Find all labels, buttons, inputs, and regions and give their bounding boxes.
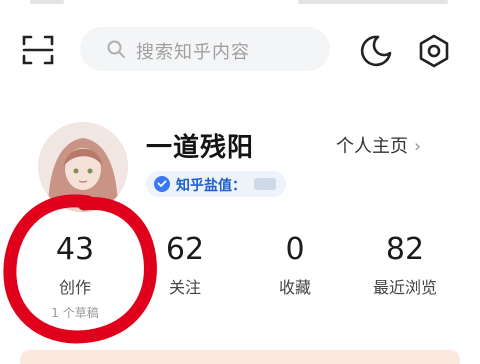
shield-icon: [154, 176, 170, 192]
moon-icon: [360, 35, 392, 67]
avatar-image: [38, 122, 128, 212]
status-indicator-left: [30, 0, 64, 4]
stat-favorites-count: 0: [285, 232, 305, 267]
scan-icon: [22, 35, 54, 65]
stat-recent-count: 82: [385, 232, 425, 267]
profile-home-label: 个人主页: [336, 136, 408, 157]
night-mode-button[interactable]: [358, 33, 394, 69]
reputation-badge[interactable]: 知乎盐值：: [146, 171, 286, 197]
scan-button[interactable]: [20, 32, 56, 68]
search-placeholder: 搜索知乎内容: [136, 42, 250, 63]
avatar[interactable]: [38, 122, 128, 212]
reputation-label: 知乎盐值：: [176, 178, 246, 194]
stat-following[interactable]: 62 关注: [135, 232, 235, 298]
stat-favorites[interactable]: 0 收藏: [245, 232, 345, 298]
gear-icon: [419, 34, 449, 68]
stat-creations[interactable]: 43 创作 1 个草稿: [25, 232, 125, 321]
reputation-value-obscured: [254, 178, 276, 190]
stat-following-label: 关注: [168, 278, 201, 297]
promo-card-edge: [20, 350, 460, 364]
stat-recent[interactable]: 82 最近浏览: [355, 232, 455, 298]
stat-following-count: 62: [165, 232, 205, 267]
status-bar-remnant: [0, 0, 480, 12]
profile-home-link[interactable]: 个人主页 ›: [336, 132, 421, 158]
stat-favorites-label: 收藏: [278, 278, 311, 297]
search-icon: [107, 40, 125, 58]
stat-drafts-note: 1 个草稿: [51, 306, 99, 320]
stat-creations-label: 创作: [58, 278, 91, 297]
stat-creations-count: 43: [55, 232, 95, 267]
stat-recent-label: 最近浏览: [372, 278, 437, 297]
status-indicator-right: [298, 0, 448, 4]
username: 一道残阳: [146, 133, 255, 163]
settings-button[interactable]: [416, 33, 452, 69]
chevron-right-icon: ›: [414, 136, 422, 157]
search-bar[interactable]: 搜索知乎内容: [80, 27, 330, 71]
